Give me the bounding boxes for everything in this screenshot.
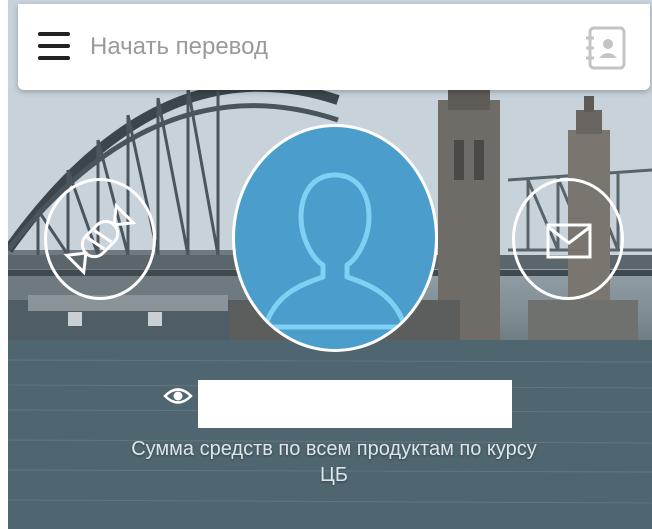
messages-button[interactable] — [512, 178, 624, 300]
transfer-search-input[interactable]: Начать перевод — [90, 32, 268, 62]
eye-icon[interactable] — [163, 385, 193, 407]
hamburger-icon-line — [38, 56, 70, 60]
profile-avatar[interactable] — [232, 124, 438, 352]
balance-amount-field — [198, 380, 512, 428]
envelope-icon — [546, 223, 592, 259]
bonus-button[interactable] — [44, 178, 156, 300]
user-silhouette-icon — [262, 172, 408, 330]
top-search-bar: Начать перевод — [18, 4, 650, 90]
menu-button[interactable] — [38, 32, 70, 60]
hamburger-icon — [38, 32, 70, 36]
contacts-book-icon[interactable] — [584, 24, 628, 72]
hamburger-icon-line — [38, 44, 70, 48]
balance-caption: Сумма средств по всем продуктам по курсу… — [131, 438, 537, 486]
candy-icon — [63, 202, 137, 276]
